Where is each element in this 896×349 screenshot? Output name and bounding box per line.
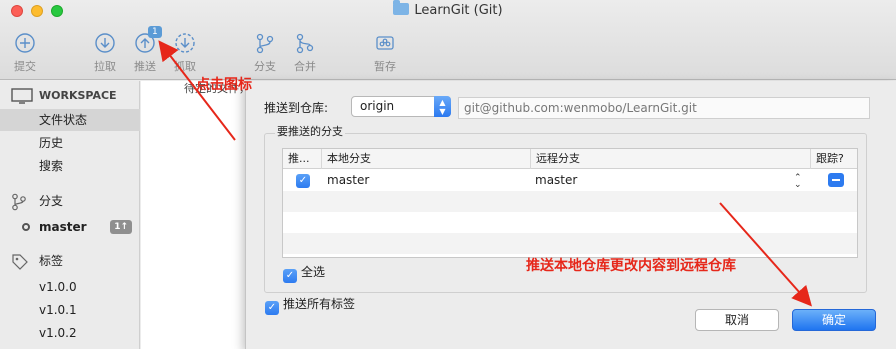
arrow-to-ok-button	[719, 202, 812, 307]
annotation-arrows	[158, 40, 812, 307]
annotation-push-note: 推送本地仓库更改内容到远程仓库	[526, 258, 736, 274]
annotation-click-icon: 点击图标	[196, 77, 252, 93]
